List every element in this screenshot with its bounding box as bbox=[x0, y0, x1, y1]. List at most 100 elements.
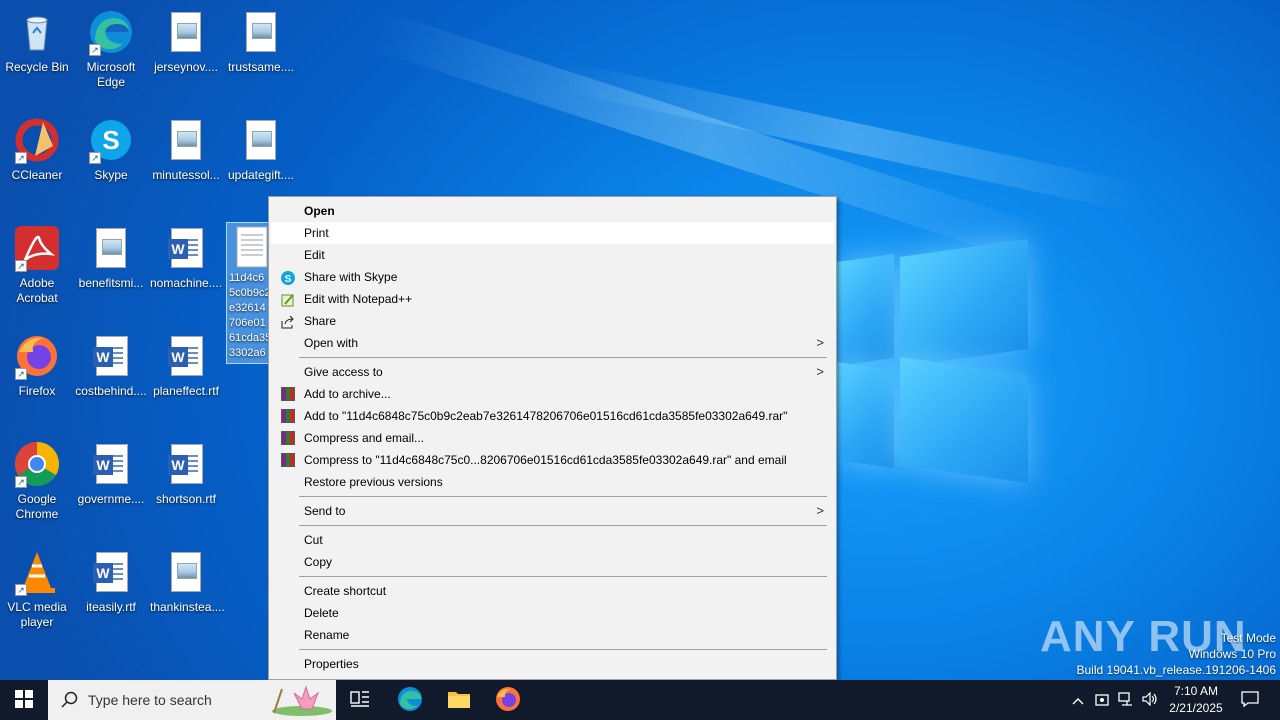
task-view-icon bbox=[350, 690, 370, 711]
menu-item-create-shortcut[interactable]: Create shortcut bbox=[271, 580, 834, 602]
menu-item-add-to-archive[interactable]: Add to archive... bbox=[271, 383, 834, 405]
menu-item-cut[interactable]: Cut bbox=[271, 529, 834, 551]
desktop-icon-google-chrome[interactable]: ↗ Google Chrome bbox=[1, 440, 73, 522]
taskbar-edge-button[interactable] bbox=[386, 680, 434, 720]
menu-item-edit-with-notepadpp[interactable]: Edit with Notepad++ bbox=[271, 288, 834, 310]
menu-separator bbox=[299, 576, 827, 577]
notepadpp-icon bbox=[281, 292, 295, 307]
context-menu: Open Print Edit S Share with Skype Edit … bbox=[268, 196, 837, 680]
firefox-icon: ↗ bbox=[13, 332, 61, 380]
desktop-icon-updategift[interactable]: updategift.... bbox=[225, 116, 297, 183]
menu-item-rename[interactable]: Rename bbox=[271, 624, 834, 646]
search-icon bbox=[61, 691, 79, 712]
menu-item-share-with-skype[interactable]: S Share with Skype bbox=[271, 266, 834, 288]
menu-item-delete[interactable]: Delete bbox=[271, 602, 834, 624]
winrar-icon bbox=[281, 387, 295, 401]
network-icon bbox=[1118, 691, 1134, 709]
menu-separator bbox=[299, 357, 827, 358]
menu-item-properties[interactable]: Properties bbox=[271, 653, 834, 675]
menu-item-share[interactable]: Share bbox=[271, 310, 834, 332]
menu-item-add-to-rar[interactable]: Add to "11d4c6848c75c0b9c2eab7e326147820… bbox=[271, 405, 834, 427]
menu-item-compress-to-rar-and-email[interactable]: Compress to "11d4c6848c75c0...8206706e01… bbox=[271, 449, 834, 471]
firefox-icon bbox=[495, 686, 521, 715]
menu-item-copy[interactable]: Copy bbox=[271, 551, 834, 573]
taskbar-clock[interactable]: 7:10 AM 2/21/2025 bbox=[1160, 683, 1232, 717]
desktop-icon-nomachine[interactable]: W nomachine.... bbox=[150, 224, 222, 291]
desktop-icon-adobe-acrobat[interactable]: ↗ Adobe Acrobat bbox=[1, 224, 73, 306]
desktop-icon-trustsame[interactable]: trustsame.... bbox=[225, 8, 297, 75]
desktop-icon-governme[interactable]: W governme.... bbox=[75, 440, 147, 507]
word-file-icon: W bbox=[162, 224, 210, 272]
menu-separator bbox=[299, 649, 827, 650]
clock-date: 2/21/2025 bbox=[1169, 701, 1223, 715]
word-file-icon: W bbox=[87, 548, 135, 596]
desktop-icon-selected-file[interactable]: 11d4c6 5c0b9c2 e32614 706e01 61cda35 330… bbox=[226, 222, 270, 364]
word-file-icon: W bbox=[87, 440, 135, 488]
chevron-right-icon: > bbox=[816, 364, 824, 379]
desktop-icon-ccleaner[interactable]: ↗ CCleaner bbox=[1, 116, 73, 183]
start-button[interactable] bbox=[0, 680, 48, 720]
desktop-icon-recycle-bin[interactable]: Recycle Bin bbox=[1, 8, 73, 75]
desktop-icon-minutessol[interactable]: minutessol... bbox=[150, 116, 222, 183]
winrar-icon bbox=[281, 453, 295, 467]
task-view-button[interactable] bbox=[336, 680, 384, 720]
windows-logo bbox=[836, 239, 1031, 483]
image-file-icon bbox=[162, 116, 210, 164]
menu-item-restore-previous-versions[interactable]: Restore previous versions bbox=[271, 471, 834, 493]
shortcut-arrow-icon: ↗ bbox=[89, 44, 101, 56]
desktop-icon-planeffect[interactable]: W planeffect.rtf bbox=[150, 332, 222, 399]
volume-button[interactable] bbox=[1140, 680, 1160, 720]
menu-item-compress-and-email[interactable]: Compress and email... bbox=[271, 427, 834, 449]
action-center-button[interactable] bbox=[1232, 680, 1268, 720]
image-file-icon bbox=[87, 224, 135, 272]
chevron-up-icon bbox=[1072, 693, 1084, 708]
winrar-icon bbox=[281, 431, 295, 445]
desktop-icon-costbehind[interactable]: W costbehind.... bbox=[75, 332, 147, 399]
speaker-icon bbox=[1142, 691, 1158, 709]
desktop-icon-jerseynov[interactable]: jerseynov.... bbox=[150, 8, 222, 75]
recycle-bin-icon bbox=[13, 8, 61, 56]
menu-item-open[interactable]: Open bbox=[271, 200, 834, 222]
menu-item-edit[interactable]: Edit bbox=[271, 244, 834, 266]
desktop-icon-benefitsmi[interactable]: benefitsmi... bbox=[75, 224, 147, 291]
shortcut-arrow-icon: ↗ bbox=[15, 260, 27, 272]
desktop: Recycle Bin ↗ CCleaner ↗ Adobe Acrobat ↗… bbox=[0, 0, 1280, 680]
desktop-icon-iteasily[interactable]: W iteasily.rtf bbox=[75, 548, 147, 615]
desktop-icon-vlc[interactable]: ↗ VLC media player bbox=[1, 548, 73, 630]
winrar-icon bbox=[281, 409, 295, 423]
svg-text:S: S bbox=[102, 125, 119, 155]
taskbar: Type here to search 7:10 AM 2/21/2025 bbox=[0, 680, 1280, 720]
menu-item-open-with[interactable]: Open with > bbox=[271, 332, 834, 354]
share-icon bbox=[281, 314, 295, 329]
image-file-icon bbox=[237, 116, 285, 164]
text-file-icon bbox=[229, 223, 269, 271]
chrome-icon: ↗ bbox=[13, 440, 61, 488]
desktop-icon-shortson[interactable]: W shortson.rtf bbox=[150, 440, 222, 507]
chevron-right-icon: > bbox=[816, 503, 824, 518]
desktop-icon-firefox[interactable]: ↗ Firefox bbox=[1, 332, 73, 399]
edge-icon: ↗ bbox=[87, 8, 135, 56]
word-file-icon: W bbox=[162, 332, 210, 380]
edge-icon bbox=[397, 686, 423, 715]
water-lily-search-highlight-icon bbox=[262, 683, 332, 720]
show-hidden-icons-button[interactable] bbox=[1068, 680, 1088, 720]
desktop-icon-skype[interactable]: S ↗ Skype bbox=[75, 116, 147, 183]
desktop-icon-thankinstea[interactable]: thankinstea.... bbox=[150, 548, 225, 615]
taskbar-firefox-button[interactable] bbox=[484, 680, 532, 720]
network-button[interactable] bbox=[1116, 680, 1136, 720]
desktop-icon-microsoft-edge[interactable]: ↗ Microsoft Edge bbox=[75, 8, 147, 90]
menu-item-give-access-to[interactable]: Give access to > bbox=[271, 361, 834, 383]
menu-item-print[interactable]: Print bbox=[271, 222, 834, 244]
image-file-icon bbox=[162, 548, 210, 596]
skype-icon: S bbox=[281, 270, 295, 285]
folder-icon bbox=[447, 689, 471, 712]
ccleaner-icon: ↗ bbox=[13, 116, 61, 164]
tray-app-button[interactable] bbox=[1092, 680, 1112, 720]
search-placeholder: Type here to search bbox=[88, 692, 212, 708]
windows-start-icon bbox=[15, 689, 33, 711]
taskbar-search-box[interactable]: Type here to search bbox=[48, 680, 336, 720]
chevron-right-icon: > bbox=[816, 335, 824, 350]
menu-item-send-to[interactable]: Send to > bbox=[271, 500, 834, 522]
taskbar-file-explorer-button[interactable] bbox=[435, 680, 483, 720]
word-file-icon: W bbox=[87, 332, 135, 380]
